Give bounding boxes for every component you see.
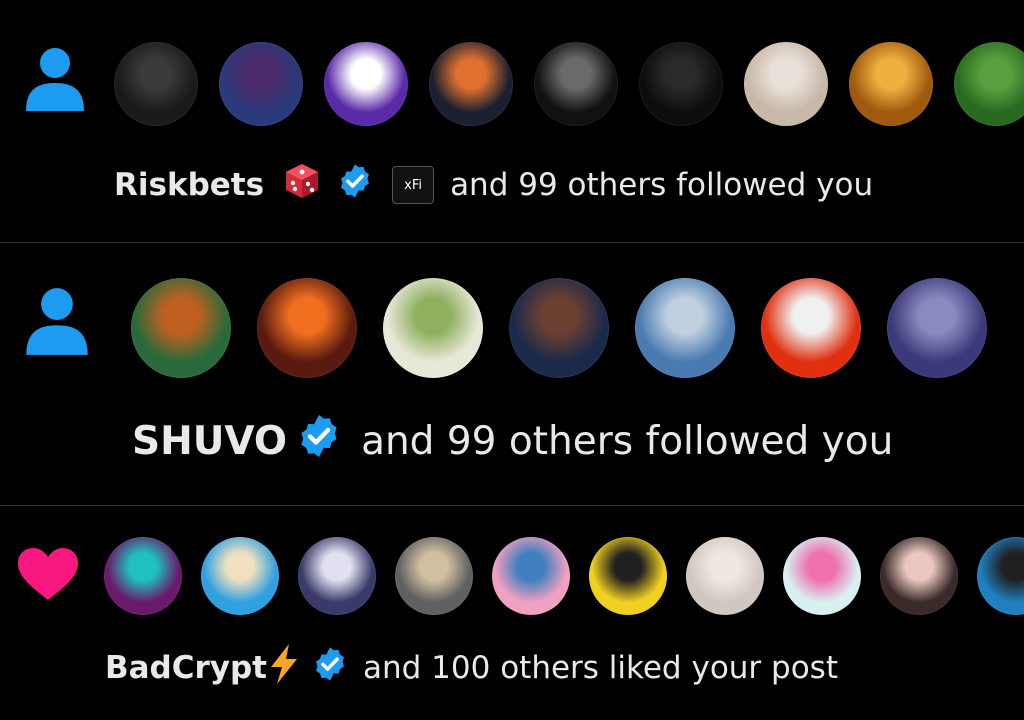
- avatar[interactable]: [131, 278, 231, 378]
- avatar-row: [114, 42, 1024, 126]
- avatar[interactable]: [383, 278, 483, 378]
- avatar[interactable]: [744, 42, 828, 126]
- avatar[interactable]: [104, 537, 182, 615]
- heart-icon: [16, 546, 80, 606]
- avatar[interactable]: [429, 42, 513, 126]
- avatar[interactable]: [298, 537, 376, 615]
- avatar[interactable]: [887, 278, 987, 378]
- notification-text: SHUVO and 99 others followed you: [132, 413, 893, 469]
- notification-text: BadCrypt and 100 others liked your post: [105, 643, 838, 693]
- user-name[interactable]: SHUVO: [132, 419, 287, 464]
- notification-message: and 100 others liked your post: [363, 650, 838, 686]
- dice-emoji: [282, 161, 322, 209]
- avatar[interactable]: [324, 42, 408, 126]
- user-name[interactable]: BadCrypt: [105, 650, 267, 686]
- avatar[interactable]: [589, 537, 667, 615]
- notification-follow-riskbets[interactable]: Riskbets xFi and 99 others followed you: [0, 0, 1024, 243]
- notification-text: Riskbets xFi and 99 others followed you: [114, 160, 873, 210]
- avatar[interactable]: [954, 42, 1024, 126]
- notification-message: and 99 others followed you: [450, 167, 874, 203]
- user-name[interactable]: Riskbets: [114, 167, 264, 203]
- verified-badge-icon: [336, 162, 374, 208]
- avatar-row: [131, 278, 987, 378]
- verified-badge-icon: [311, 645, 349, 691]
- notification-like-badcrypt[interactable]: BadCrypt and 100 others liked your post: [0, 506, 1024, 720]
- avatar[interactable]: [783, 537, 861, 615]
- avatar[interactable]: [977, 537, 1024, 615]
- avatar[interactable]: [257, 278, 357, 378]
- xfi-badge: xFi: [392, 166, 435, 204]
- avatar[interactable]: [534, 42, 618, 126]
- notification-message: and 99 others followed you: [361, 418, 894, 464]
- avatar[interactable]: [761, 278, 861, 378]
- lightning-emoji: [267, 643, 301, 693]
- avatar[interactable]: [635, 278, 735, 378]
- avatar[interactable]: [639, 42, 723, 126]
- person-icon: [24, 45, 86, 117]
- avatar[interactable]: [114, 42, 198, 126]
- verified-badge-icon: [295, 412, 343, 470]
- avatar[interactable]: [849, 42, 933, 126]
- avatar[interactable]: [686, 537, 764, 615]
- person-icon: [22, 285, 92, 361]
- avatar-row: [104, 537, 1024, 615]
- avatar[interactable]: [492, 537, 570, 615]
- notification-follow-shuvo[interactable]: SHUVO and 99 others followed you: [0, 243, 1024, 505]
- avatar[interactable]: [395, 537, 473, 615]
- avatar[interactable]: [880, 537, 958, 615]
- avatar[interactable]: [201, 537, 279, 615]
- avatar[interactable]: [509, 278, 609, 378]
- avatar[interactable]: [219, 42, 303, 126]
